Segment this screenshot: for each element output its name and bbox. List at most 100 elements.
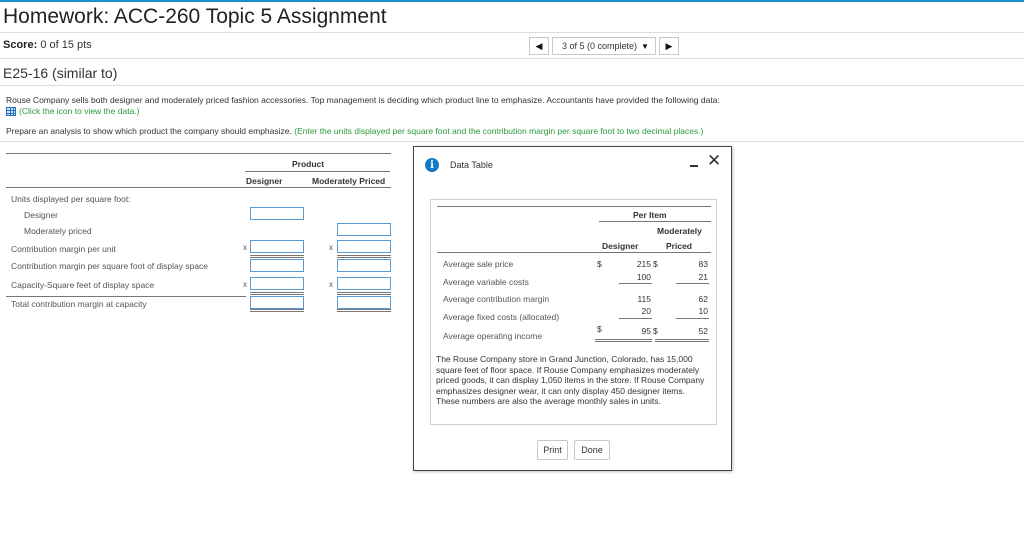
close-icon[interactable]: ✕: [707, 151, 721, 171]
table-icon[interactable]: [6, 106, 16, 116]
moderate-value: 10: [698, 306, 708, 316]
moderate-value: 62: [698, 294, 708, 304]
info-icon: i: [425, 158, 439, 172]
row-label: Average contribution margin: [443, 294, 550, 304]
moderate-value: 21: [698, 272, 708, 282]
top-accent-line: [0, 0, 1024, 2]
designer-col-header: Designer: [246, 176, 283, 186]
total-rule: [250, 255, 304, 258]
designer-value: 95: [641, 326, 651, 336]
double-rule: [595, 339, 652, 342]
row-label: Average sale price: [443, 259, 514, 269]
chevron-down-icon: ▼: [641, 41, 649, 51]
row-label: Average variable costs: [443, 277, 529, 287]
subtotal-rule: [676, 283, 709, 284]
instruction-note: (Enter the units displayed per square fo…: [294, 126, 704, 136]
subtotal-rule: [676, 318, 709, 319]
question-select[interactable]: 3 of 5 (0 complete) ▼: [552, 37, 656, 55]
designer-value: 215: [636, 259, 651, 269]
divider: [0, 141, 1024, 142]
units-moderate-input[interactable]: [337, 223, 391, 236]
divider: [0, 85, 1024, 86]
row-label: Average fixed costs (allocated): [443, 312, 560, 322]
score-value: 0 of 15 pts: [40, 39, 92, 51]
next-question-button[interactable]: ▶: [659, 37, 679, 55]
question-pager: ◀ 3 of 5 (0 complete) ▼ ▶: [529, 37, 679, 55]
moderate-value: 83: [698, 259, 708, 269]
instruction: Prepare an analysis to show which produc…: [6, 126, 703, 136]
done-button[interactable]: Done: [574, 440, 610, 460]
data-table-dialog: i Data Table ✕ Per Item Moderately Desig…: [413, 146, 732, 471]
moderate-col-header: Moderately Priced: [312, 176, 386, 186]
header-rule: [245, 171, 390, 172]
designer-value: 115: [637, 294, 651, 304]
multiply-sign: x: [243, 243, 247, 252]
score: Score: 0 of 15 pts: [3, 39, 92, 51]
total-rule: [337, 255, 391, 258]
cm-sqft-designer-input[interactable]: [250, 259, 304, 272]
dialog-title: Data Table: [450, 160, 493, 170]
subtotal-rule: [619, 318, 652, 319]
total-cm-designer-input[interactable]: [250, 296, 304, 309]
currency-sign: $: [597, 324, 602, 334]
total-rule: [337, 292, 391, 295]
question-id: E25-16 (similar to): [3, 65, 118, 81]
product-header: Product: [292, 159, 325, 169]
minimize-icon[interactable]: [690, 165, 698, 167]
units-moderate-label: Moderately priced: [24, 226, 92, 236]
cm-sqft-moderate-input[interactable]: [337, 259, 391, 272]
row-rule: [6, 296, 246, 297]
cm-unit-label: Contribution margin per unit: [11, 244, 116, 254]
per-item-header: Per Item: [633, 210, 667, 220]
data-table-panel: Per Item Moderately Designer Priced Aver…: [430, 199, 717, 425]
multiply-sign: x: [329, 243, 333, 252]
table-top-rule: [437, 206, 711, 207]
double-rule: [250, 309, 304, 312]
moderate-value: 52: [698, 326, 708, 336]
total-cm-label: Total contribution margin at capacity: [11, 299, 147, 309]
header-bottom-rule: [6, 187, 391, 188]
row-label: Average operating income: [443, 331, 543, 341]
divider: [0, 32, 1024, 33]
table-top-border: [6, 153, 391, 154]
moderate-header-2: Priced: [666, 241, 692, 251]
double-rule: [655, 339, 709, 342]
currency-sign: $: [653, 259, 658, 269]
capacity-label: Capacity-Square feet of display space: [11, 280, 155, 290]
view-data-link[interactable]: (Click the icon to view the data.): [6, 106, 139, 116]
total-rule: [250, 292, 304, 295]
cm-sqft-label: Contribution margin per square foot of d…: [11, 261, 209, 271]
triangle-left-icon: ◀: [535, 40, 543, 51]
header-rule: [599, 221, 711, 222]
instruction-text: Prepare an analysis to show which produc…: [6, 126, 292, 136]
designer-header: Designer: [602, 241, 639, 251]
units-designer-input[interactable]: [250, 207, 304, 220]
cm-unit-moderate-input[interactable]: [337, 240, 391, 253]
divider: [0, 58, 1024, 59]
data-description: The Rouse Company store in Grand Junctio…: [436, 354, 705, 406]
currency-sign: $: [653, 326, 658, 336]
score-label: Score:: [3, 39, 38, 51]
units-header-label: Units displayed per square foot:: [11, 194, 131, 204]
double-rule: [337, 309, 391, 312]
question-prompt: Rouse Company sells both designer and mo…: [6, 95, 720, 105]
total-cm-moderate-input[interactable]: [337, 296, 391, 309]
page-title: Homework: ACC-260 Topic 5 Assignment: [3, 5, 387, 28]
designer-value: 20: [641, 306, 651, 316]
capacity-moderate-input[interactable]: [337, 277, 391, 290]
cm-unit-designer-input[interactable]: [250, 240, 304, 253]
view-data-link-text[interactable]: (Click the icon to view the data.): [19, 106, 139, 116]
multiply-sign: x: [329, 280, 333, 289]
capacity-designer-input[interactable]: [250, 277, 304, 290]
header-bottom-rule: [437, 252, 711, 253]
currency-sign: $: [597, 259, 602, 269]
designer-value: 100: [636, 272, 651, 282]
multiply-sign: x: [243, 280, 247, 289]
units-designer-label: Designer: [24, 210, 59, 220]
triangle-right-icon: ▶: [665, 40, 673, 51]
question-select-value: 3 of 5 (0 complete): [562, 41, 638, 51]
moderate-header-1: Moderately: [657, 226, 702, 236]
print-button[interactable]: Print: [537, 440, 568, 460]
subtotal-rule: [619, 283, 652, 284]
prev-question-button[interactable]: ◀: [529, 37, 549, 55]
